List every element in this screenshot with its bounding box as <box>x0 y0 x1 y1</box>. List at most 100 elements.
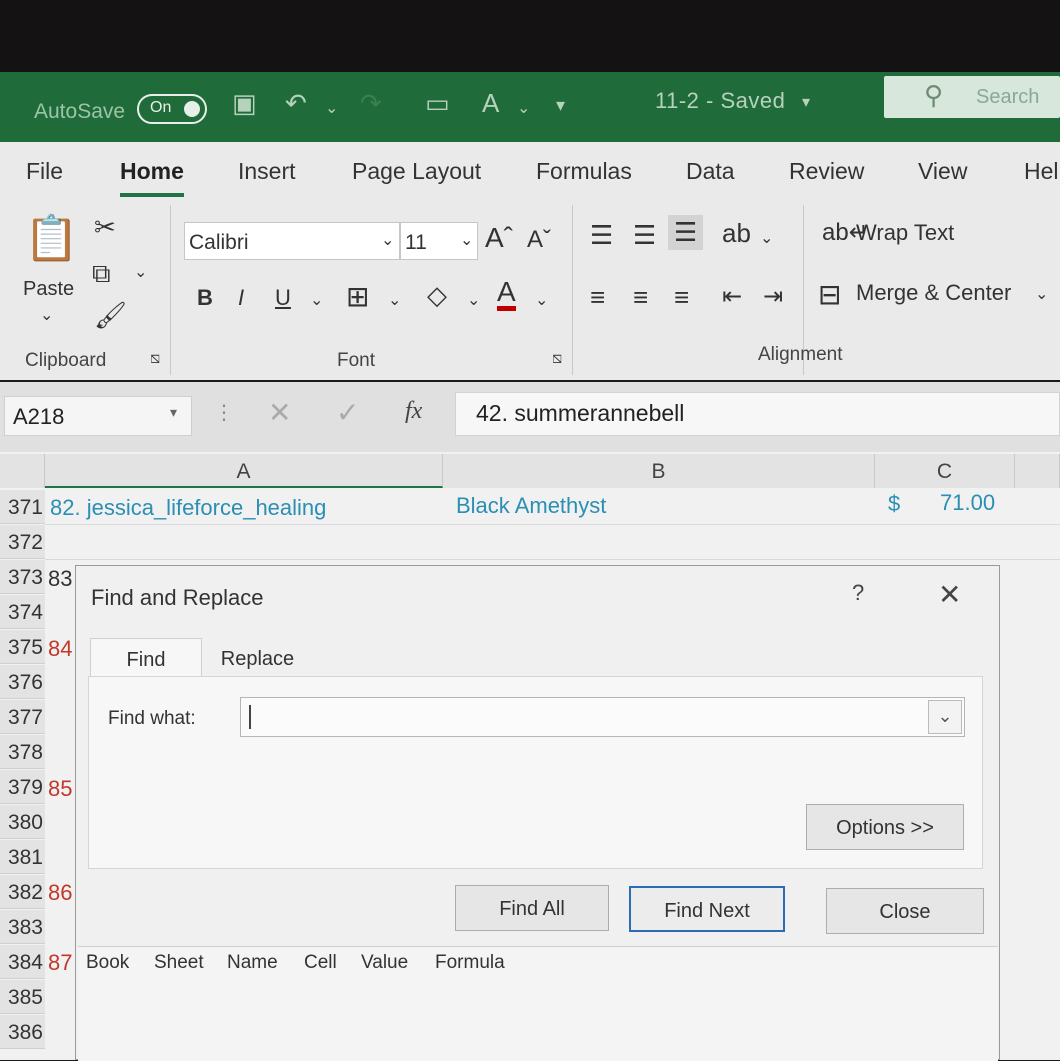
insert-function-button[interactable]: fx <box>405 398 422 425</box>
font-name-select[interactable]: Calibri <box>184 222 400 260</box>
cell-a379[interactable]: 85 <box>48 776 72 802</box>
results-col-cell[interactable]: Cell <box>304 952 337 974</box>
tab-help[interactable]: Hel <box>1024 158 1059 185</box>
top-align-icon[interactable]: ☰ <box>590 220 613 251</box>
font-color-qat-dropdown-icon[interactable]: ⌄ <box>517 98 530 118</box>
paste-button[interactable]: Paste <box>23 278 74 301</box>
find-what-input[interactable]: ⌄ <box>240 697 965 737</box>
open-folder-icon[interactable]: ▭ <box>425 88 450 119</box>
underline-dropdown-icon[interactable]: ⌄ <box>310 290 323 310</box>
copy-icon[interactable]: ⧉ <box>92 258 111 290</box>
close-button[interactable]: Close <box>826 888 984 934</box>
middle-align-icon[interactable]: ☰ <box>633 220 656 251</box>
orientation-icon[interactable]: ab <box>722 218 751 249</box>
title-dropdown-icon[interactable]: ▾ <box>802 92 810 112</box>
row-header[interactable]: 383 <box>0 910 45 944</box>
cell-a382[interactable]: 86 <box>48 880 72 906</box>
find-all-button[interactable]: Find All <box>455 885 609 931</box>
tab-insert[interactable]: Insert <box>238 158 296 185</box>
tab-find[interactable]: Find <box>90 638 202 676</box>
redo-icon[interactable]: ↷ <box>360 88 382 119</box>
find-next-button[interactable]: Find Next <box>629 886 785 932</box>
underline-button[interactable]: U <box>275 285 291 311</box>
cut-icon[interactable]: ✂ <box>94 212 116 243</box>
confirm-entry-icon[interactable]: ✓ <box>336 396 359 429</box>
customize-qat-icon[interactable]: ▾ <box>556 95 565 116</box>
row-header[interactable]: 379 <box>0 770 45 804</box>
tab-view[interactable]: View <box>918 158 967 185</box>
row-header[interactable]: 377 <box>0 700 45 734</box>
decrease-indent-icon[interactable]: ⇤ <box>722 282 742 311</box>
align-left-icon[interactable]: ≡ <box>590 282 605 313</box>
select-all-corner[interactable] <box>0 454 45 488</box>
row-header[interactable]: 374 <box>0 595 45 629</box>
column-header-a[interactable]: A <box>45 454 443 488</box>
row-header[interactable]: 375 <box>0 630 45 664</box>
options-button[interactable]: Options >> <box>806 804 964 850</box>
undo-dropdown-icon[interactable]: ⌄ <box>325 98 338 118</box>
formula-input[interactable]: 42. summerannebell <box>455 392 1060 436</box>
row-header[interactable]: 376 <box>0 665 45 699</box>
cell-b371[interactable]: Black Amethyst <box>456 493 606 519</box>
cell-a375[interactable]: 84 <box>48 636 72 662</box>
autosave-toggle[interactable]: On <box>137 94 207 124</box>
font-color-icon[interactable]: A <box>497 278 516 311</box>
results-col-formula[interactable]: Formula <box>435 952 505 974</box>
merge-center-dropdown-icon[interactable]: ⌄ <box>1035 284 1048 304</box>
column-header-d[interactable] <box>1015 454 1060 488</box>
font-launcher-icon[interactable]: ⧅ <box>552 350 562 368</box>
cell-a384[interactable]: 87 <box>48 950 72 976</box>
row-header[interactable]: 385 <box>0 980 45 1014</box>
row-header[interactable]: 371 <box>0 490 45 524</box>
name-box[interactable]: A218 <box>4 396 192 436</box>
row-header[interactable]: 382 <box>0 875 45 909</box>
cell-c371-currency[interactable]: $ <box>888 491 900 517</box>
bottom-align-icon[interactable]: ☰ <box>668 215 704 250</box>
font-color-dropdown-icon[interactable]: ⌄ <box>535 290 548 310</box>
cancel-entry-icon[interactable]: ✕ <box>268 396 291 429</box>
undo-icon[interactable]: ↶ <box>285 88 307 119</box>
column-header-b[interactable]: B <box>443 454 875 488</box>
tab-replace[interactable]: Replace <box>205 638 310 676</box>
help-button[interactable]: ? <box>852 580 864 606</box>
wrap-text-button[interactable]: Wrap Text <box>856 220 954 246</box>
clipboard-launcher-icon[interactable]: ⧅ <box>150 350 160 368</box>
name-box-dropdown-icon[interactable]: ▾ <box>170 404 177 421</box>
results-col-sheet[interactable]: Sheet <box>154 952 204 974</box>
font-name-dropdown-icon[interactable]: ⌄ <box>381 230 394 250</box>
tab-file[interactable]: File <box>26 158 63 185</box>
row-header[interactable]: 372 <box>0 525 45 559</box>
fill-color-icon[interactable]: ◇ <box>427 280 447 311</box>
increase-indent-icon[interactable]: ⇥ <box>763 282 783 311</box>
bold-button[interactable]: B <box>197 285 213 311</box>
find-history-dropdown[interactable]: ⌄ <box>928 700 962 734</box>
dialog-close-icon[interactable]: ✕ <box>938 578 961 611</box>
document-title[interactable]: 11-2 - Saved <box>655 88 785 114</box>
fill-color-dropdown-icon[interactable]: ⌄ <box>467 290 480 310</box>
tab-home[interactable]: Home <box>120 158 184 197</box>
results-col-name[interactable]: Name <box>227 952 278 974</box>
results-col-value[interactable]: Value <box>361 952 408 974</box>
cell-a371[interactable]: 82. jessica_lifeforce_healing <box>50 495 326 521</box>
decrease-font-size-icon[interactable]: Aˇ <box>527 226 551 254</box>
results-col-book[interactable]: Book <box>86 952 129 974</box>
copy-dropdown-icon[interactable]: ⌄ <box>134 262 147 282</box>
cell-c371-value[interactable]: 71.00 <box>940 490 995 516</box>
paste-dropdown-icon[interactable]: ⌄ <box>40 305 53 325</box>
borders-dropdown-icon[interactable]: ⌄ <box>388 290 401 310</box>
row-header[interactable]: 378 <box>0 735 45 769</box>
paste-icon[interactable]: 📋 <box>24 212 79 264</box>
row-header[interactable]: 373 <box>0 560 45 594</box>
row-header[interactable]: 386 <box>0 1015 45 1049</box>
increase-font-size-icon[interactable]: Aˆ <box>485 222 513 254</box>
row-header[interactable]: 380 <box>0 805 45 839</box>
borders-icon[interactable]: ⊞ <box>346 280 369 313</box>
search-box[interactable]: ⚲ Search <box>884 76 1060 118</box>
row-header[interactable]: 381 <box>0 840 45 874</box>
merge-center-icon[interactable]: ⊟ <box>818 278 841 311</box>
column-header-c[interactable]: C <box>875 454 1015 488</box>
tab-data[interactable]: Data <box>686 158 735 185</box>
cell-a373[interactable]: 83 <box>48 566 72 592</box>
tab-formulas[interactable]: Formulas <box>536 158 632 185</box>
align-right-icon[interactable]: ≡ <box>674 282 689 313</box>
